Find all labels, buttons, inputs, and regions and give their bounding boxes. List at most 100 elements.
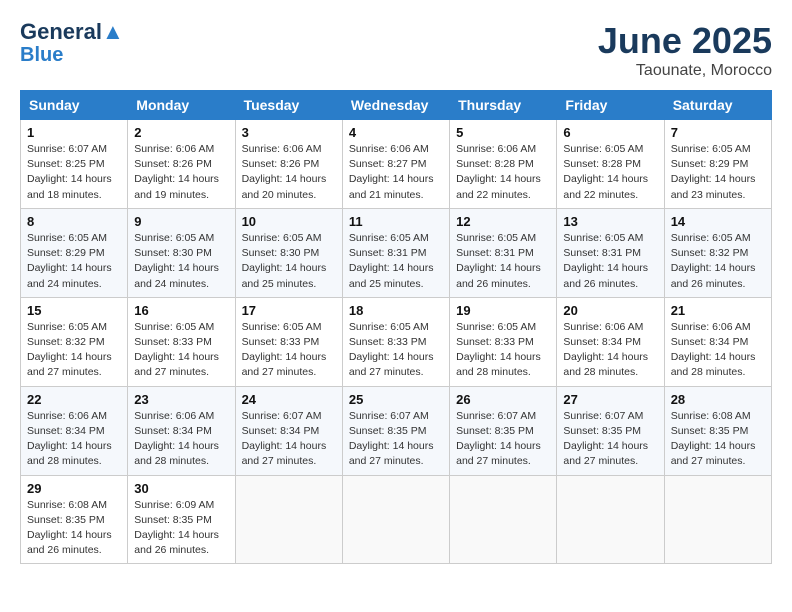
day-number: 29 bbox=[27, 481, 121, 496]
day-info: Sunrise: 6:06 AM Sunset: 8:34 PM Dayligh… bbox=[563, 320, 657, 381]
calendar-cell: 22 Sunrise: 6:06 AM Sunset: 8:34 PM Dayli… bbox=[21, 386, 128, 475]
logo-text-line1: General▲ bbox=[20, 20, 124, 44]
day-info: Sunrise: 6:05 AM Sunset: 8:30 PM Dayligh… bbox=[134, 231, 228, 292]
calendar-cell: 8 Sunrise: 6:05 AM Sunset: 8:29 PM Daylig… bbox=[21, 208, 128, 297]
day-number: 2 bbox=[134, 125, 228, 140]
calendar-cell: 14 Sunrise: 6:05 AM Sunset: 8:32 PM Dayli… bbox=[664, 208, 771, 297]
day-number: 24 bbox=[242, 392, 336, 407]
day-info: Sunrise: 6:09 AM Sunset: 8:35 PM Dayligh… bbox=[134, 498, 228, 559]
day-info: Sunrise: 6:05 AM Sunset: 8:29 PM Dayligh… bbox=[671, 142, 765, 203]
day-number: 19 bbox=[456, 303, 550, 318]
calendar-week-row: 29 Sunrise: 6:08 AM Sunset: 8:35 PM Dayli… bbox=[21, 475, 772, 564]
calendar-header-row: SundayMondayTuesdayWednesdayThursdayFrid… bbox=[21, 91, 772, 120]
day-info: Sunrise: 6:07 AM Sunset: 8:35 PM Dayligh… bbox=[349, 409, 443, 470]
calendar-header-monday: Monday bbox=[128, 91, 235, 120]
day-info: Sunrise: 6:07 AM Sunset: 8:35 PM Dayligh… bbox=[563, 409, 657, 470]
day-number: 25 bbox=[349, 392, 443, 407]
day-number: 21 bbox=[671, 303, 765, 318]
day-info: Sunrise: 6:06 AM Sunset: 8:28 PM Dayligh… bbox=[456, 142, 550, 203]
day-info: Sunrise: 6:06 AM Sunset: 8:34 PM Dayligh… bbox=[671, 320, 765, 381]
calendar-cell: 4 Sunrise: 6:06 AM Sunset: 8:27 PM Daylig… bbox=[342, 120, 449, 209]
day-number: 6 bbox=[563, 125, 657, 140]
day-number: 8 bbox=[27, 214, 121, 229]
calendar-body: 1 Sunrise: 6:07 AM Sunset: 8:25 PM Daylig… bbox=[21, 120, 772, 564]
month-title: June 2025 bbox=[598, 20, 772, 62]
calendar-header-wednesday: Wednesday bbox=[342, 91, 449, 120]
day-info: Sunrise: 6:05 AM Sunset: 8:31 PM Dayligh… bbox=[563, 231, 657, 292]
calendar-cell: 10Sunrise: 6:05 AM Sunset: 8:30 PM Dayli… bbox=[235, 208, 342, 297]
calendar-cell: 2Sunrise: 6:06 AM Sunset: 8:26 PM Daylig… bbox=[128, 120, 235, 209]
day-number: 26 bbox=[456, 392, 550, 407]
logo-text-line2: Blue bbox=[20, 44, 63, 66]
calendar-cell: 15 Sunrise: 6:05 AM Sunset: 8:32 PM Dayli… bbox=[21, 297, 128, 386]
day-info: Sunrise: 6:06 AM Sunset: 8:26 PM Dayligh… bbox=[242, 142, 336, 203]
day-info: Sunrise: 6:05 AM Sunset: 8:33 PM Dayligh… bbox=[242, 320, 336, 381]
calendar-header-sunday: Sunday bbox=[21, 91, 128, 120]
page-header: General▲ Blue June 2025 Taounate, Morocc… bbox=[20, 20, 772, 80]
day-number: 1 bbox=[27, 125, 121, 140]
day-info: Sunrise: 6:05 AM Sunset: 8:30 PM Dayligh… bbox=[242, 231, 336, 292]
calendar-cell: 29 Sunrise: 6:08 AM Sunset: 8:35 PM Dayli… bbox=[21, 475, 128, 564]
calendar-cell: 5 Sunrise: 6:06 AM Sunset: 8:28 PM Daylig… bbox=[450, 120, 557, 209]
day-info: Sunrise: 6:07 AM Sunset: 8:25 PM Dayligh… bbox=[27, 142, 121, 203]
day-number: 30 bbox=[134, 481, 228, 496]
day-info: Sunrise: 6:05 AM Sunset: 8:31 PM Dayligh… bbox=[456, 231, 550, 292]
day-info: Sunrise: 6:05 AM Sunset: 8:33 PM Dayligh… bbox=[349, 320, 443, 381]
day-number: 11 bbox=[349, 214, 443, 229]
day-info: Sunrise: 6:07 AM Sunset: 8:34 PM Dayligh… bbox=[242, 409, 336, 470]
calendar-week-row: 22 Sunrise: 6:06 AM Sunset: 8:34 PM Dayli… bbox=[21, 386, 772, 475]
calendar-cell: 12 Sunrise: 6:05 AM Sunset: 8:31 PM Dayli… bbox=[450, 208, 557, 297]
calendar-cell: 20 Sunrise: 6:06 AM Sunset: 8:34 PM Dayli… bbox=[557, 297, 664, 386]
calendar-cell: 13 Sunrise: 6:05 AM Sunset: 8:31 PM Dayli… bbox=[557, 208, 664, 297]
calendar-week-row: 1 Sunrise: 6:07 AM Sunset: 8:25 PM Daylig… bbox=[21, 120, 772, 209]
day-number: 5 bbox=[456, 125, 550, 140]
calendar-cell: 16Sunrise: 6:05 AM Sunset: 8:33 PM Dayli… bbox=[128, 297, 235, 386]
day-number: 3 bbox=[242, 125, 336, 140]
calendar-cell: 21 Sunrise: 6:06 AM Sunset: 8:34 PM Dayli… bbox=[664, 297, 771, 386]
day-info: Sunrise: 6:05 AM Sunset: 8:32 PM Dayligh… bbox=[27, 320, 121, 381]
calendar-cell: 23Sunrise: 6:06 AM Sunset: 8:34 PM Dayli… bbox=[128, 386, 235, 475]
day-info: Sunrise: 6:05 AM Sunset: 8:29 PM Dayligh… bbox=[27, 231, 121, 292]
day-info: Sunrise: 6:07 AM Sunset: 8:35 PM Dayligh… bbox=[456, 409, 550, 470]
day-number: 22 bbox=[27, 392, 121, 407]
day-number: 9 bbox=[134, 214, 228, 229]
location-subtitle: Taounate, Morocco bbox=[598, 62, 772, 80]
calendar-cell: 17 Sunrise: 6:05 AM Sunset: 8:33 PM Dayli… bbox=[235, 297, 342, 386]
day-number: 12 bbox=[456, 214, 550, 229]
logo: General▲ Blue bbox=[20, 20, 124, 66]
calendar-cell: 6 Sunrise: 6:05 AM Sunset: 8:28 PM Daylig… bbox=[557, 120, 664, 209]
calendar-cell: 3 Sunrise: 6:06 AM Sunset: 8:26 PM Daylig… bbox=[235, 120, 342, 209]
day-number: 14 bbox=[671, 214, 765, 229]
day-number: 16 bbox=[134, 303, 228, 318]
day-number: 4 bbox=[349, 125, 443, 140]
day-info: Sunrise: 6:05 AM Sunset: 8:32 PM Dayligh… bbox=[671, 231, 765, 292]
calendar-cell: 28Sunrise: 6:08 AM Sunset: 8:35 PM Dayli… bbox=[664, 386, 771, 475]
calendar-cell bbox=[664, 475, 771, 564]
calendar-cell: 30 Sunrise: 6:09 AM Sunset: 8:35 PM Dayli… bbox=[128, 475, 235, 564]
calendar-cell bbox=[557, 475, 664, 564]
title-area: June 2025 Taounate, Morocco bbox=[598, 20, 772, 80]
calendar-table: SundayMondayTuesdayWednesdayThursdayFrid… bbox=[20, 90, 772, 564]
day-number: 28 bbox=[671, 392, 765, 407]
calendar-cell: 1 Sunrise: 6:07 AM Sunset: 8:25 PM Daylig… bbox=[21, 120, 128, 209]
calendar-cell: 26 Sunrise: 6:07 AM Sunset: 8:35 PM Dayli… bbox=[450, 386, 557, 475]
day-info: Sunrise: 6:05 AM Sunset: 8:28 PM Dayligh… bbox=[563, 142, 657, 203]
calendar-cell: 11 Sunrise: 6:05 AM Sunset: 8:31 PM Dayli… bbox=[342, 208, 449, 297]
day-info: Sunrise: 6:05 AM Sunset: 8:31 PM Dayligh… bbox=[349, 231, 443, 292]
day-info: Sunrise: 6:06 AM Sunset: 8:34 PM Dayligh… bbox=[134, 409, 228, 470]
calendar-cell: 9 Sunrise: 6:05 AM Sunset: 8:30 PM Daylig… bbox=[128, 208, 235, 297]
day-number: 17 bbox=[242, 303, 336, 318]
calendar-header-tuesday: Tuesday bbox=[235, 91, 342, 120]
calendar-cell: 19 Sunrise: 6:05 AM Sunset: 8:33 PM Dayli… bbox=[450, 297, 557, 386]
day-info: Sunrise: 6:06 AM Sunset: 8:34 PM Dayligh… bbox=[27, 409, 121, 470]
calendar-header-thursday: Thursday bbox=[450, 91, 557, 120]
day-info: Sunrise: 6:06 AM Sunset: 8:27 PM Dayligh… bbox=[349, 142, 443, 203]
day-info: Sunrise: 6:08 AM Sunset: 8:35 PM Dayligh… bbox=[27, 498, 121, 559]
day-number: 15 bbox=[27, 303, 121, 318]
day-number: 20 bbox=[563, 303, 657, 318]
day-number: 27 bbox=[563, 392, 657, 407]
calendar-header-friday: Friday bbox=[557, 91, 664, 120]
day-number: 13 bbox=[563, 214, 657, 229]
day-info: Sunrise: 6:05 AM Sunset: 8:33 PM Dayligh… bbox=[456, 320, 550, 381]
calendar-cell: 27 Sunrise: 6:07 AM Sunset: 8:35 PM Dayli… bbox=[557, 386, 664, 475]
